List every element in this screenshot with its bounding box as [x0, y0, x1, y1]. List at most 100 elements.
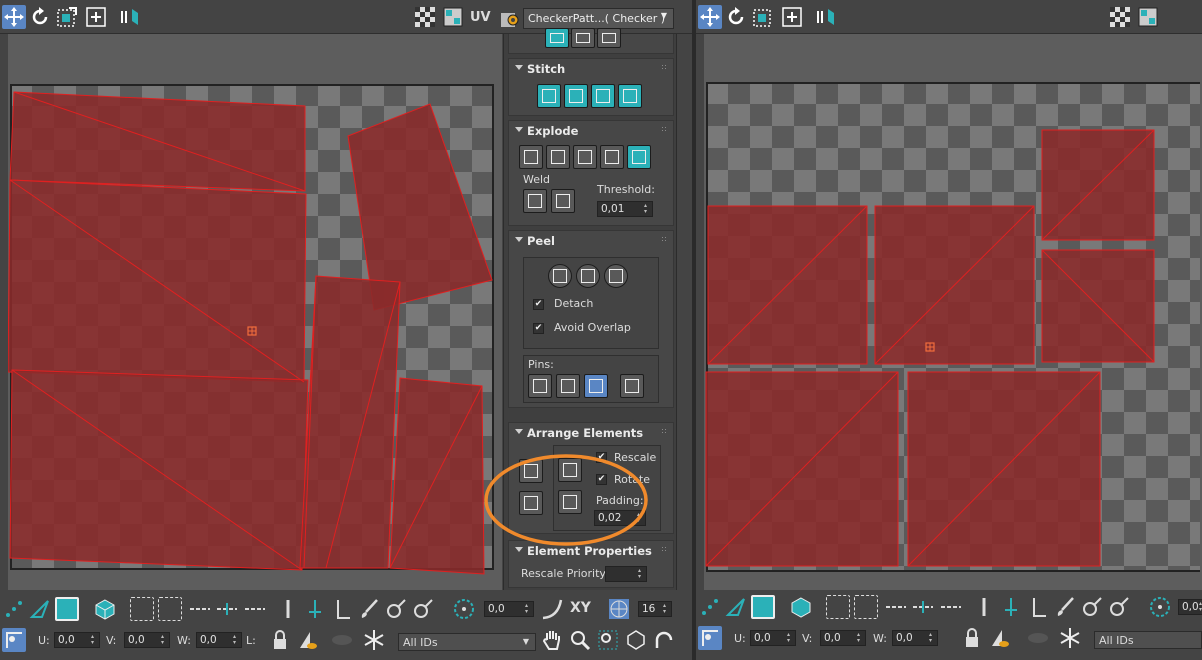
material-ids-dropdown[interactable]: All IDs: [1094, 631, 1202, 649]
point-to-point-button[interactable]: [972, 595, 996, 619]
freeform-tool-button[interactable]: [84, 5, 108, 29]
show-grid-button[interactable]: [1136, 5, 1160, 29]
align-button[interactable]: [999, 595, 1023, 619]
ring-button[interactable]: [911, 595, 935, 619]
world-local-toggle-button[interactable]: [2, 628, 26, 652]
left-uv-viewport[interactable]: [8, 34, 502, 590]
grip-icon[interactable]: [661, 546, 667, 552]
grip-icon[interactable]: [661, 64, 667, 70]
peel-title[interactable]: Peel: [527, 234, 555, 248]
flatten-by-polygon-button[interactable]: [573, 145, 597, 169]
element-mode-button[interactable]: [789, 595, 813, 619]
v-spinner[interactable]: 0,0: [820, 630, 866, 646]
soft-selection-button[interactable]: [1148, 595, 1172, 619]
shrink-selection-button[interactable]: [854, 595, 878, 619]
scale-tool-button[interactable]: [751, 5, 775, 29]
pinch-brush-button[interactable]: [411, 597, 435, 621]
relax-brush-button[interactable]: [384, 597, 408, 621]
lock-selection-button[interactable]: [960, 626, 984, 650]
w-spinner[interactable]: 0,0: [892, 630, 938, 646]
break-button[interactable]: [519, 145, 543, 169]
stitch-title[interactable]: Stitch: [527, 62, 565, 76]
element-mode-button[interactable]: [93, 597, 117, 621]
avoid-overlap-checkbox[interactable]: ✔: [533, 323, 544, 334]
edge-mode-button[interactable]: [724, 595, 748, 619]
show-map-button[interactable]: [413, 5, 437, 29]
grow-selection-button[interactable]: [130, 597, 154, 621]
partial-tool-button[interactable]: [571, 28, 595, 48]
freeze-button[interactable]: [362, 628, 386, 652]
falloff-curve-button[interactable]: [540, 597, 564, 621]
relax-brush-button[interactable]: [1080, 595, 1104, 619]
threshold-spinner[interactable]: 0,01: [597, 201, 653, 217]
polygon-mode-button[interactable]: [751, 595, 775, 619]
right-uv-viewport[interactable]: [704, 34, 1202, 590]
freeform-tool-button[interactable]: [780, 5, 804, 29]
loop-button[interactable]: [188, 597, 212, 621]
v-spinner[interactable]: 0,0: [124, 632, 170, 648]
texture-settings-button[interactable]: [498, 5, 522, 29]
partial-tool-button[interactable]: [545, 28, 569, 48]
u-spinner[interactable]: 0,0: [54, 632, 100, 648]
detach-checkbox[interactable]: ✔: [533, 299, 544, 310]
flatten-by-smoothing-button[interactable]: [600, 145, 624, 169]
detach-edge-button[interactable]: [546, 145, 570, 169]
shrink-loop-button[interactable]: [939, 595, 963, 619]
snap-grid-button[interactable]: [607, 597, 631, 621]
stitch-average-button[interactable]: [591, 84, 615, 108]
u-spinner[interactable]: 0,0: [750, 630, 796, 646]
grip-icon[interactable]: [661, 428, 667, 434]
unpin-button[interactable]: [556, 374, 580, 398]
material-ids-dropdown[interactable]: All IDs ▼: [398, 633, 536, 651]
align-button[interactable]: [303, 597, 327, 621]
ring-button[interactable]: [215, 597, 239, 621]
paint-select-button[interactable]: [357, 597, 381, 621]
reset-peel-button[interactable]: [604, 264, 628, 288]
point-to-point-button[interactable]: [276, 597, 300, 621]
hide-button[interactable]: [1026, 626, 1050, 650]
align-horizontal-button[interactable]: [330, 597, 354, 621]
move-tool-button[interactable]: [698, 5, 722, 29]
rotate-angle-spinner[interactable]: 0,0: [1178, 599, 1202, 615]
uv-channel-label[interactable]: UV: [470, 10, 491, 25]
grip-icon[interactable]: [661, 236, 667, 242]
stitch-to-target-button[interactable]: [618, 84, 642, 108]
paint-select-button[interactable]: [1053, 595, 1077, 619]
flatten-by-material-button[interactable]: [627, 145, 651, 169]
vertex-mode-button[interactable]: [698, 595, 722, 619]
filter-button[interactable]: [652, 628, 676, 652]
vertex-mode-button[interactable]: [2, 597, 26, 621]
mirror-tool-button[interactable]: [118, 5, 142, 29]
zoom-button[interactable]: [568, 628, 592, 652]
grow-selection-button[interactable]: [826, 595, 850, 619]
select-pins-button[interactable]: [620, 374, 644, 398]
show-grid-button[interactable]: [441, 5, 465, 29]
show-map-button[interactable]: [1108, 5, 1132, 29]
lock-selection-button[interactable]: [268, 628, 292, 652]
world-local-toggle-button[interactable]: [698, 626, 722, 650]
zoom-extents-button[interactable]: [624, 628, 648, 652]
pinch-brush-button[interactable]: [1107, 595, 1131, 619]
stitch-to-source-button[interactable]: [564, 84, 588, 108]
weld-selected-button[interactable]: [523, 189, 547, 213]
quick-peel-button[interactable]: [548, 264, 572, 288]
peel-mode-button[interactable]: [576, 264, 600, 288]
show-hidden-button[interactable]: [296, 628, 320, 652]
collapse-arrow-icon[interactable]: [515, 237, 523, 242]
rotate-tool-button[interactable]: [724, 5, 748, 29]
move-tool-button[interactable]: [2, 5, 26, 29]
pin-button[interactable]: [528, 374, 552, 398]
hide-button[interactable]: [330, 628, 354, 652]
shrink-loop-button[interactable]: [243, 597, 267, 621]
texture-dropdown[interactable]: CheckerPatt...( Checker ) ▼: [523, 8, 674, 29]
xy-axis-toggle[interactable]: XY: [570, 600, 591, 616]
stitch-custom-button[interactable]: [537, 84, 561, 108]
auto-pin-button[interactable]: [584, 374, 608, 398]
scale-tool-button[interactable]: [55, 5, 79, 29]
w-spinner[interactable]: 0,0: [196, 632, 242, 648]
pan-button[interactable]: [540, 628, 564, 652]
shrink-selection-button[interactable]: [158, 597, 182, 621]
grid-size-spinner[interactable]: 16: [638, 601, 672, 617]
align-horizontal-button[interactable]: [1026, 595, 1050, 619]
partial-tool-button[interactable]: [597, 28, 621, 48]
